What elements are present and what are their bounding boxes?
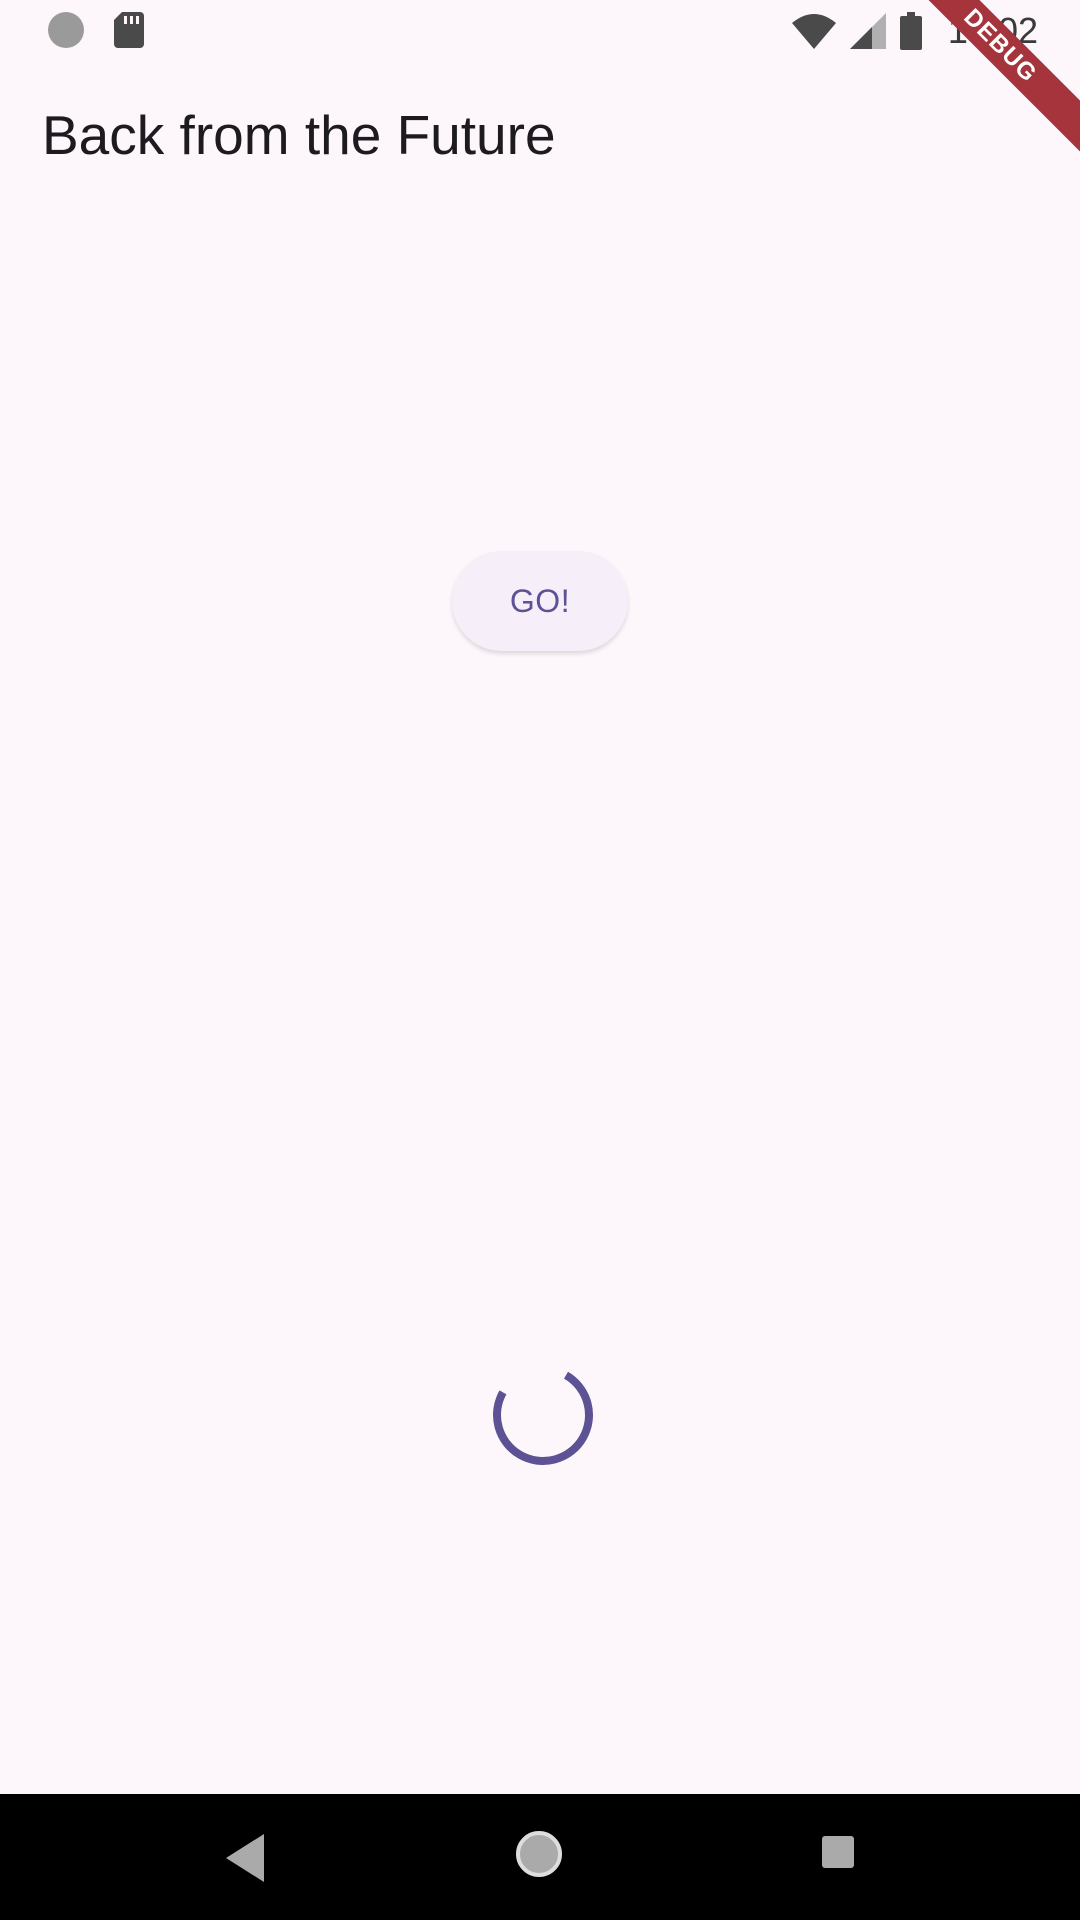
sd-card-icon [114,12,144,48]
notification-dot-icon [48,12,84,48]
status-bar: 10:02 [0,0,1080,63]
back-icon[interactable] [224,1834,268,1882]
go-button[interactable]: GO! [452,551,628,651]
loading-spinner [493,1365,593,1465]
page-title: Back from the Future [42,104,556,166]
recents-icon[interactable] [822,1836,854,1868]
battery-icon [899,12,922,50]
home-icon[interactable] [514,1829,564,1879]
signal-icon [849,13,886,49]
screen: 10:02 DEBUG Back from the Future GO! [0,0,1080,1920]
wifi-icon [791,14,836,49]
app-bar: Back from the Future [0,63,1080,210]
status-left-icons [48,12,144,48]
navigation-bar [0,1794,1080,1920]
